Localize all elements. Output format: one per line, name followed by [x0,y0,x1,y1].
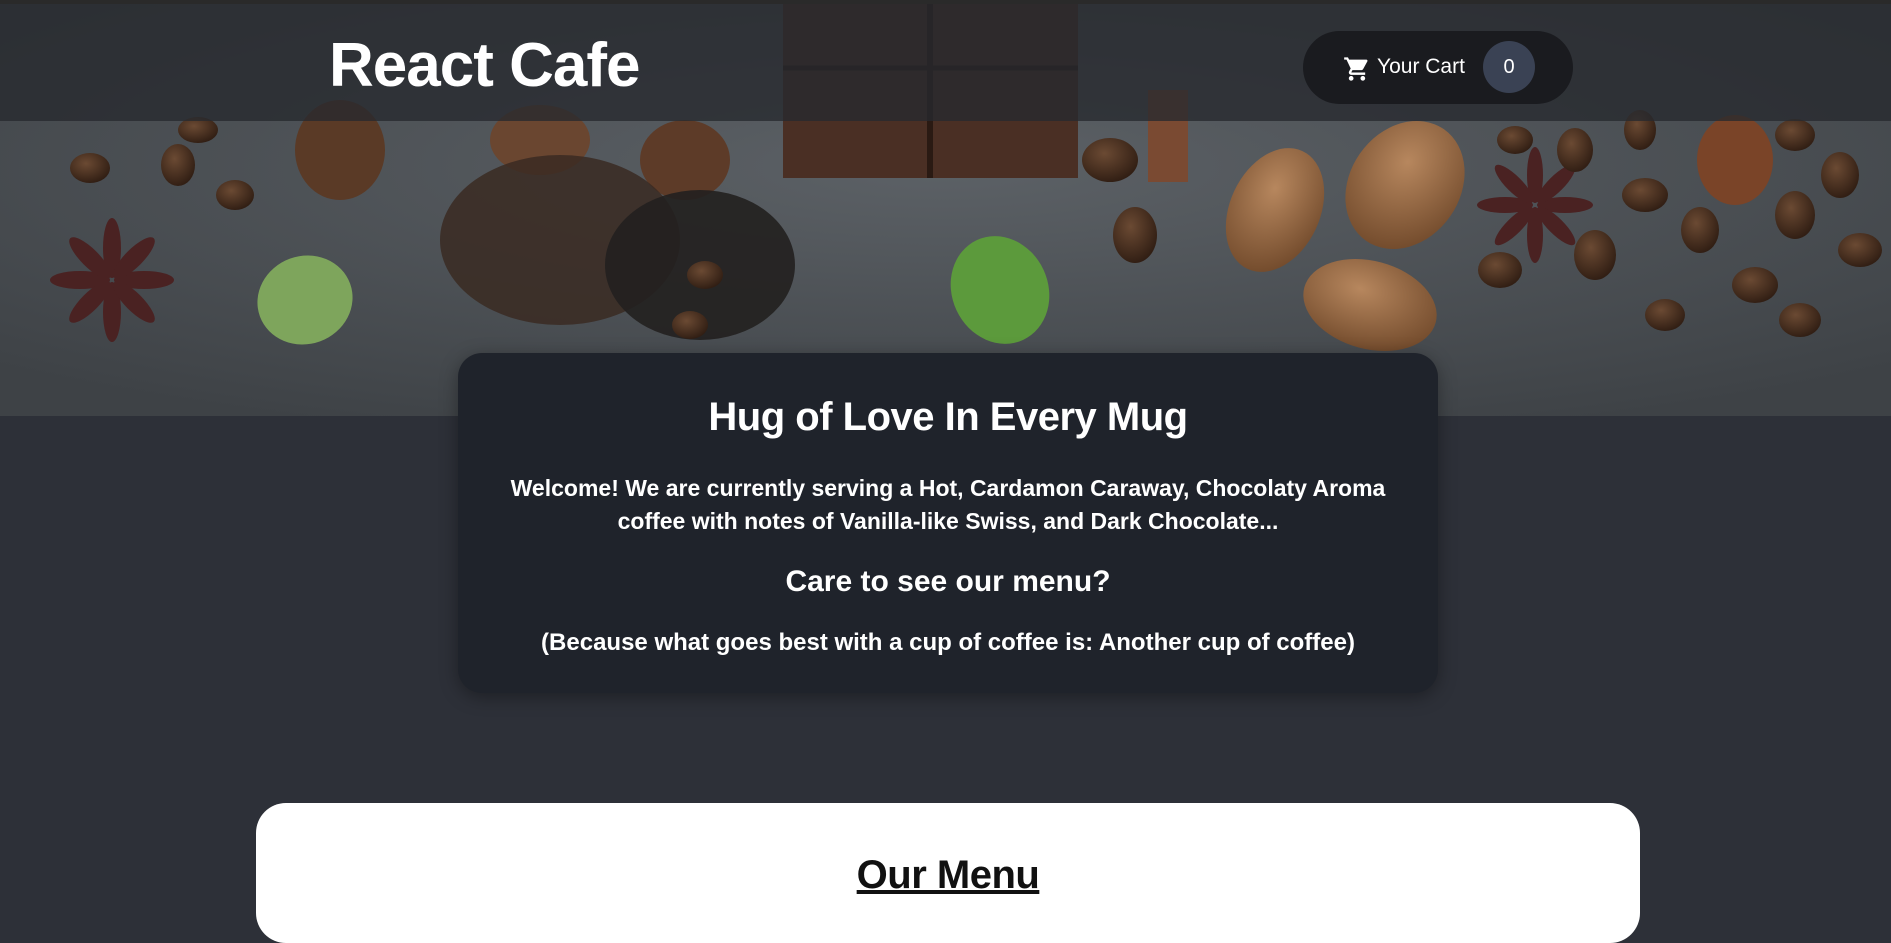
welcome-summary-card: Hug of Love In Every Mug Welcome! We are… [458,353,1438,693]
shopping-cart-icon [1344,57,1368,81]
summary-question: Care to see our menu? [785,565,1111,598]
top-nav-bar: React Cafe Your Cart 0 [0,0,1891,121]
cart-button[interactable]: Your Cart 0 [1303,31,1573,104]
cart-label: Your Cart [1377,55,1465,78]
summary-title: Hug of Love In Every Mug [708,395,1188,439]
summary-quote: (Because what goes best with a cup of co… [541,629,1355,656]
summary-description: Welcome! We are currently serving a Hot,… [510,475,1386,534]
cart-count-badge: 0 [1483,41,1535,93]
menu-title: Our Menu [856,853,1040,897]
brand-title: React Cafe [329,31,640,100]
menu-card: Our Menu [256,803,1640,943]
